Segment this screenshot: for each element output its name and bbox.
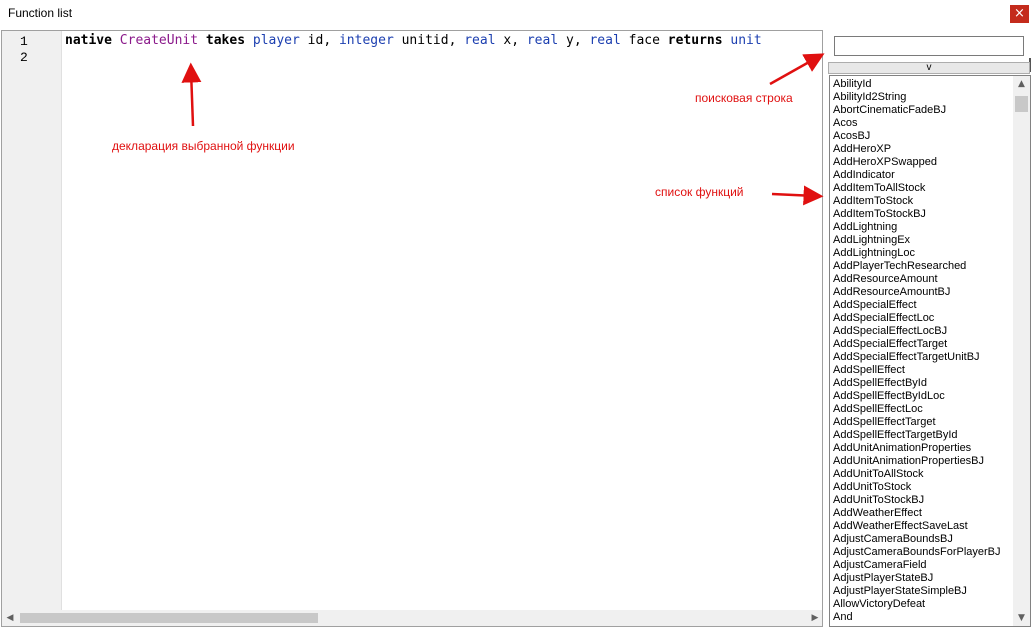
list-item[interactable]: AddSpecialEffectLocBJ bbox=[833, 325, 1013, 338]
list-item[interactable]: AddPlayerTechResearched bbox=[833, 260, 1013, 273]
list-item[interactable]: AddUnitAnimationProperties bbox=[833, 442, 1013, 455]
dropdown-button[interactable]: v bbox=[828, 62, 1030, 74]
declaration-line: native CreateUnit takes player id, integ… bbox=[65, 33, 762, 49]
list-item[interactable]: AddItemToStock bbox=[833, 195, 1013, 208]
list-item[interactable]: AddUnitAnimationPropertiesBJ bbox=[833, 455, 1013, 468]
keyword-returns: returns bbox=[667, 33, 723, 48]
arg-y: y, bbox=[566, 33, 582, 48]
scroll-down-icon[interactable]: ▼ bbox=[1016, 612, 1027, 624]
list-item[interactable]: AddUnitToStock bbox=[833, 481, 1013, 494]
code-area[interactable]: native CreateUnit takes player id, integ… bbox=[63, 31, 822, 611]
list-item[interactable]: AddSpecialEffectTargetUnitBJ bbox=[833, 351, 1013, 364]
vertical-scroll-thumb[interactable] bbox=[1015, 96, 1028, 112]
annotation-search-row: поисковая строка bbox=[695, 91, 793, 105]
code-editor[interactable]: 1 2 native CreateUnit takes player id, i… bbox=[1, 30, 823, 627]
type-real: real bbox=[589, 33, 621, 48]
list-item[interactable]: AddItemToAllStock bbox=[833, 182, 1013, 195]
arg-face: face bbox=[628, 33, 660, 48]
scroll-right-icon[interactable]: ▶ bbox=[809, 612, 821, 624]
function-name: CreateUnit bbox=[119, 33, 199, 48]
list-item[interactable]: Acos bbox=[833, 117, 1013, 130]
keyword-native: native bbox=[65, 33, 112, 48]
list-item[interactable]: AddResourceAmount bbox=[833, 273, 1013, 286]
arg-id: id, bbox=[307, 33, 332, 48]
list-item[interactable]: AbortCinematicFadeBJ bbox=[833, 104, 1013, 117]
list-item[interactable]: AddResourceAmountBJ bbox=[833, 286, 1013, 299]
list-item[interactable]: AdjustCameraBoundsForPlayerBJ bbox=[833, 546, 1013, 559]
line-number: 2 bbox=[20, 50, 28, 65]
type-integer: integer bbox=[338, 33, 394, 48]
list-item[interactable]: AcosBJ bbox=[833, 130, 1013, 143]
list-item[interactable]: AddLightning bbox=[833, 221, 1013, 234]
list-item[interactable]: AddSpellEffectLoc bbox=[833, 403, 1013, 416]
list-item[interactable]: AdjustCameraField bbox=[833, 559, 1013, 572]
list-item[interactable]: AddItemToStockBJ bbox=[833, 208, 1013, 221]
list-item[interactable]: AddSpellEffectTargetById bbox=[833, 429, 1013, 442]
list-item[interactable]: AllowVictoryDefeat bbox=[833, 598, 1013, 611]
list-item[interactable]: AddUnitToStockBJ bbox=[833, 494, 1013, 507]
line-number-gutter: 1 2 bbox=[2, 31, 62, 611]
list-item[interactable]: AddLightningLoc bbox=[833, 247, 1013, 260]
list-item[interactable]: AddLightningEx bbox=[833, 234, 1013, 247]
type-unit: unit bbox=[730, 33, 762, 48]
type-player: player bbox=[252, 33, 300, 48]
type-real: real bbox=[464, 33, 496, 48]
list-item[interactable]: AddSpecialEffectLoc bbox=[833, 312, 1013, 325]
list-item[interactable]: AbilityId bbox=[833, 78, 1013, 91]
keyword-takes: takes bbox=[205, 33, 246, 48]
close-button[interactable]: × bbox=[1010, 5, 1029, 23]
vertical-scrollbar[interactable]: ▲ ▼ bbox=[1013, 76, 1030, 626]
title-bar: Function list × bbox=[0, 0, 1035, 29]
list-item[interactable]: AddHeroXP bbox=[833, 143, 1013, 156]
list-item[interactable]: AddSpellEffectByIdLoc bbox=[833, 390, 1013, 403]
list-item[interactable]: AddSpecialEffectTarget bbox=[833, 338, 1013, 351]
annotation-declaration: декларация выбранной функции bbox=[112, 139, 295, 153]
list-item[interactable]: And bbox=[833, 611, 1013, 624]
list-item[interactable]: AddSpellEffectById bbox=[833, 377, 1013, 390]
annotation-function-list: список функций bbox=[655, 185, 744, 199]
list-item[interactable]: AddUnitToAllStock bbox=[833, 468, 1013, 481]
arg-x: x, bbox=[503, 33, 520, 48]
scroll-left-icon[interactable]: ◀ bbox=[4, 612, 16, 624]
horizontal-scrollbar[interactable]: ◀ ▶ bbox=[2, 610, 822, 626]
line-number: 1 bbox=[20, 34, 28, 49]
list-item[interactable]: AddSpellEffectTarget bbox=[833, 416, 1013, 429]
list-item[interactable]: AdjustPlayerStateBJ bbox=[833, 572, 1013, 585]
function-list: AbilityId AbilityId2String AbortCinematicF… bbox=[833, 78, 1013, 624]
list-item[interactable]: AbilityId2String bbox=[833, 91, 1013, 104]
list-item[interactable]: AdjustPlayerStateSimpleBJ bbox=[833, 585, 1013, 598]
list-item[interactable]: AddHeroXPSwapped bbox=[833, 156, 1013, 169]
list-item[interactable]: AddWeatherEffectSaveLast bbox=[833, 520, 1013, 533]
list-item[interactable]: AddSpecialEffect bbox=[833, 299, 1013, 312]
function-listbox[interactable]: AbilityId AbilityId2String AbortCinematicF… bbox=[829, 75, 1031, 627]
search-area bbox=[828, 33, 1029, 63]
list-item[interactable]: AddWeatherEffect bbox=[833, 507, 1013, 520]
list-item[interactable]: AdjustCameraBoundsBJ bbox=[833, 533, 1013, 546]
list-item[interactable]: AddSpellEffect bbox=[833, 364, 1013, 377]
arg-unitid: unitid, bbox=[401, 33, 457, 48]
window-title: Function list bbox=[8, 6, 73, 20]
search-input[interactable] bbox=[834, 36, 1024, 56]
scroll-up-icon[interactable]: ▲ bbox=[1016, 78, 1027, 90]
list-item[interactable]: AddIndicator bbox=[833, 169, 1013, 182]
horizontal-scroll-thumb[interactable] bbox=[20, 613, 318, 623]
type-real: real bbox=[526, 33, 559, 48]
